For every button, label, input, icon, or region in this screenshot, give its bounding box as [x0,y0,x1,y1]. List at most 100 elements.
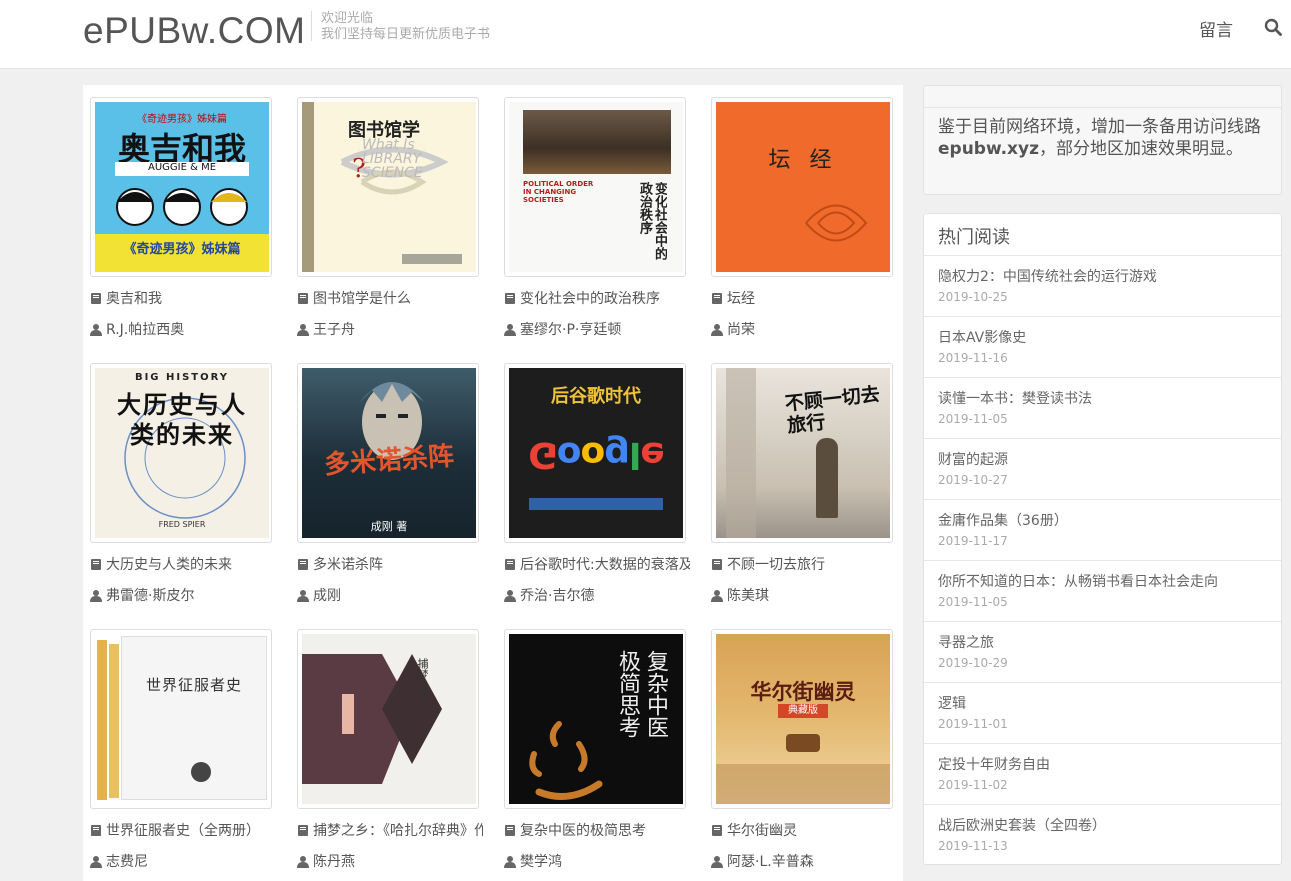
book-author: 塞缪尔·P·亨廷顿 [504,321,690,339]
hot-item-title[interactable]: 财富的起源 [938,449,1008,469]
book-card[interactable]: 世界征服者史 世界征服者史（全两册） 志费尼 [83,617,272,877]
book-card[interactable]: 《奇迹男孩》姊妹篇 奥吉和我 AUGGIE & ME 《奇迹男孩》姊妹篇 奥吉和… [83,85,272,345]
hot-item-title[interactable]: 寻器之旅 [938,632,994,652]
book-title[interactable]: 坛经 [711,290,897,308]
book-cover-frame[interactable]: BIG HISTORY 大历史与人类的未来 FRED SPIER [90,363,272,543]
book-author: 弗雷德·斯皮尔 [90,587,276,605]
book-title[interactable]: 大历史与人类的未来 [90,556,276,574]
book-author: 王子舟 [297,321,483,339]
book-card[interactable]: 多米诺杀阵 成刚 著 多米诺杀阵 成刚 [290,351,479,611]
book-cover[interactable]: BIG HISTORY 大历史与人类的未来 FRED SPIER [95,368,269,538]
notice-suffix: ，部分地区加速效果明显。 [1039,139,1243,159]
hot-item[interactable]: 战后欧洲史套装（全四卷） 2019-11-13 [924,804,1281,865]
hot-item[interactable]: 寻器之旅 2019-10-29 [924,621,1281,682]
user-icon [504,590,516,602]
book-cover[interactable]: 世界征服者史 [95,634,269,804]
nav-message-link[interactable]: 留言 [1199,16,1233,41]
book-cover[interactable]: 复杂中医 极简思考 [509,634,683,804]
site-logo[interactable]: ePUBw.COM [83,9,305,53]
book-title[interactable]: 后谷歌时代:大数据的衰落及区块链经济的崛起 [504,556,690,574]
hot-item[interactable]: 你所不知道的日本：从畅销书看日本社会走向 2019-11-05 [924,560,1281,621]
book-card[interactable]: 华尔街幽灵 典藏版 华尔街幽灵 阿瑟·L.辛普森 [704,617,893,877]
book-title-text[interactable]: 捕梦之乡：《哈扎尔辞典》作者帕维奇的后现代主义小说 [313,823,483,839]
hot-item[interactable]: 日本AV影像史 2019-11-16 [924,316,1281,377]
book-title-text[interactable]: 奥吉和我 [106,291,162,307]
book-cover[interactable]: 坛 经 [716,102,890,272]
book-title-text[interactable]: 世界征服者史（全两册） [106,823,260,839]
book-icon [298,825,308,836]
book-card[interactable]: 后谷歌时代 Google 后谷歌时代:大数据的衰落及区块链经济的崛起 乔治·吉尔… [497,351,690,611]
book-title-text[interactable]: 坛经 [727,291,755,307]
book-title-text[interactable]: 图书馆学是什么 [313,291,411,307]
hot-item-title[interactable]: 日本AV影像史 [938,327,1026,347]
book-cover[interactable]: 不顾一切去旅行 [716,368,890,538]
book-cover-frame[interactable]: 复杂中医 极简思考 [504,629,686,809]
book-author: 成刚 [297,587,483,605]
user-icon [297,856,309,868]
book-title[interactable]: 奥吉和我 [90,290,276,308]
book-cover-frame[interactable]: 坛 经 [711,97,893,277]
hot-item-date: 2019-10-25 [938,290,1008,304]
book-cover-frame[interactable]: 《奇迹男孩》姊妹篇 奥吉和我 AUGGIE & ME 《奇迹男孩》姊妹篇 [90,97,272,277]
hot-item-title[interactable]: 读懂一本书：樊登读书法 [938,388,1092,408]
book-cover-frame[interactable]: 世界征服者史 [90,629,272,809]
hot-item[interactable]: 读懂一本书：樊登读书法 2019-11-05 [924,377,1281,438]
hot-item-title[interactable]: 战后欧洲史套装（全四卷） [938,815,1106,835]
book-cover[interactable]: POLITICAL ORDER IN CHANGING SOCIETIES 变化… [509,102,683,272]
book-title[interactable]: 捕梦之乡：《哈扎尔辞典》作者帕维奇的后现代主义小说 [297,822,483,840]
book-cover[interactable]: 多米诺杀阵 成刚 著 [302,368,476,538]
book-title[interactable]: 世界征服者史（全两册） [90,822,276,840]
book-title-text[interactable]: 不顾一切去旅行 [727,557,825,573]
book-grid: 《奇迹男孩》姊妹篇 奥吉和我 AUGGIE & ME 《奇迹男孩》姊妹篇 奥吉和… [83,85,903,881]
user-icon [297,324,309,336]
notice-widget: 鉴于目前网络环境，增加一条备用访问线路 epubw.xyz，部分地区加速效果明显… [923,85,1282,195]
hot-item[interactable]: 逻辑 2019-11-01 [924,682,1281,743]
book-cover[interactable]: 图书馆学 ? What Is LIBRARY SCIENCE [302,102,476,272]
book-author: R.J.帕拉西奥 [90,321,276,339]
book-title-text[interactable]: 复杂中医的极简思考 [520,823,646,839]
book-title-text[interactable]: 多米诺杀阵 [313,557,383,573]
book-title[interactable]: 不顾一切去旅行 [711,556,897,574]
hot-item-title[interactable]: 定投十年财务自由 [938,754,1050,774]
book-card[interactable]: BIG HISTORY 大历史与人类的未来 FRED SPIER 大历史与人类的… [83,351,272,611]
hot-item-title[interactable]: 金庸作品集（36册） [938,510,1068,530]
book-card[interactable]: 图书馆学 ? What Is LIBRARY SCIENCE 图书馆学是什么 王… [290,85,479,345]
hot-item[interactable]: 金庸作品集（36册） 2019-11-17 [924,499,1281,560]
cover-title: 后谷歌时代 [551,386,641,407]
book-cover-frame[interactable]: 图书馆学 ? What Is LIBRARY SCIENCE [297,97,479,277]
book-cover[interactable]: 《奇迹男孩》姊妹篇 奥吉和我 AUGGIE & ME 《奇迹男孩》姊妹篇 [95,102,269,272]
book-card[interactable]: 不顾一切去旅行 不顾一切去旅行 陈美琪 [704,351,893,611]
book-cover-frame[interactable]: 华尔街幽灵 典藏版 [711,629,893,809]
book-cover-frame[interactable]: 后谷歌时代 Google [504,363,686,543]
hot-item[interactable]: 财富的起源 2019-10-27 [924,438,1281,499]
book-title[interactable]: 变化社会中的政治秩序 [504,290,690,308]
book-cover-frame[interactable]: POLITICAL ORDER IN CHANGING SOCIETIES 变化… [504,97,686,277]
book-card[interactable]: 坛 经 坛经 尚荣 [704,85,893,345]
book-cover-frame[interactable]: 多米诺杀阵 成刚 著 [297,363,479,543]
book-cover[interactable]: 华尔街幽灵 典藏版 [716,634,890,804]
hot-item-date: 2019-11-05 [938,595,1008,609]
book-card[interactable]: 捕梦之乡 捕梦之乡：《哈扎尔辞典》作者帕维奇的后现代主义小说 陈丹燕 [290,617,483,877]
hot-item-title[interactable]: 隐权力2：中国传统社会的运行游戏 [938,266,1157,286]
book-title[interactable]: 华尔街幽灵 [711,822,897,840]
hot-item-title[interactable]: 逻辑 [938,693,966,713]
hot-item[interactable]: 隐权力2：中国传统社会的运行游戏 2019-10-25 [924,255,1281,316]
book-author-text: 塞缪尔·P·亨廷顿 [520,322,622,338]
book-cover-frame[interactable]: 不顾一切去旅行 [711,363,893,543]
book-title[interactable]: 复杂中医的极简思考 [504,822,690,840]
book-cover[interactable]: 捕梦之乡 [302,634,476,804]
book-title-text[interactable]: 华尔街幽灵 [727,823,797,839]
book-title-text[interactable]: 大历史与人类的未来 [106,557,232,573]
book-card[interactable]: 复杂中医 极简思考 复杂中医的极简思考 樊学鸿 [497,617,686,877]
search-icon[interactable] [1264,18,1282,36]
book-title-text[interactable]: 后谷歌时代:大数据的衰落及区块链经济的崛起 [520,557,690,573]
book-title[interactable]: 多米诺杀阵 [297,556,483,574]
hot-item-title[interactable]: 你所不知道的日本：从畅销书看日本社会走向 [938,571,1218,591]
hot-item[interactable]: 定投十年财务自由 2019-11-02 [924,743,1281,804]
book-title-text[interactable]: 变化社会中的政治秩序 [520,291,660,307]
book-title[interactable]: 图书馆学是什么 [297,290,483,308]
book-cover[interactable]: 后谷歌时代 Google [509,368,683,538]
book-cover-frame[interactable]: 捕梦之乡 [297,629,479,809]
hot-item-date: 2019-11-16 [938,351,1008,365]
book-card[interactable]: POLITICAL ORDER IN CHANGING SOCIETIES 变化… [497,85,686,345]
